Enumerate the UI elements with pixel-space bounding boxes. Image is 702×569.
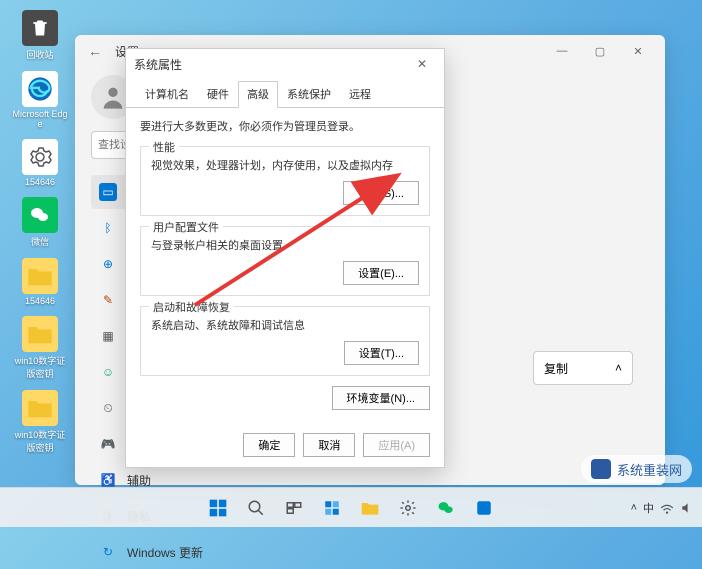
dialog-tabs: 计算机名硬件高级系统保护远程 — [126, 81, 444, 108]
env-vars-button[interactable]: 环境变量(N)... — [332, 386, 430, 410]
desktop-icons: 回收站 Microsoft Edge 154646 微信 154646 win1… — [10, 10, 70, 464]
folder-icon — [22, 258, 58, 294]
folder-icon — [22, 316, 58, 352]
network-icon[interactable] — [660, 501, 674, 515]
taskbar-right: ˄ 中 — [631, 500, 694, 516]
system-properties-dialog: 系统属性 ✕ 计算机名硬件高级系统保护远程 要进行大多数更改，你必须作为管理员登… — [125, 48, 445, 468]
group-desc: 系统启动、系统故障和调试信息 — [151, 317, 419, 333]
group-settings-button[interactable]: 设置(E)... — [343, 261, 419, 285]
explorer-button[interactable] — [353, 491, 387, 525]
desktop-icon-label: 微信 — [31, 235, 49, 248]
dialog-tab[interactable]: 硬件 — [198, 81, 238, 108]
app-taskbar-button[interactable] — [467, 491, 501, 525]
taskbar: ˄ 中 — [0, 487, 702, 527]
copy-label: 复制 — [544, 360, 568, 377]
desktop-icon-folder[interactable]: win10数字证 版密钥 — [10, 316, 70, 380]
dialog-title: 系统属性 — [134, 56, 182, 73]
wechat-taskbar-button[interactable] — [429, 491, 463, 525]
desktop-icon-label: 154646 — [25, 177, 55, 187]
chevron-up-icon: ˄ — [615, 361, 622, 375]
group-settings-button[interactable]: 设置(S)... — [343, 181, 419, 205]
taskbar-center — [201, 491, 501, 525]
close-button[interactable]: ✕ — [619, 37, 657, 65]
wechat-icon — [22, 197, 58, 233]
desktop-icon-label: win10数字证 版密钥 — [10, 428, 70, 454]
desktop-icon-gear[interactable]: 154646 — [10, 139, 70, 187]
desktop-icon-label: 回收站 — [26, 48, 53, 61]
dialog-buttons: 确定 取消 应用(A) — [126, 433, 444, 457]
desktop-icon-folder[interactable]: 154646 — [10, 258, 70, 306]
back-button[interactable]: ← — [83, 39, 107, 63]
dialog-tab[interactable]: 远程 — [340, 81, 380, 108]
cancel-button[interactable]: 取消 — [303, 433, 355, 457]
watermark: 系统重装网 — [581, 455, 692, 483]
group-desc: 与登录帐户相关的桌面设置 — [151, 237, 419, 253]
desktop-icon-folder[interactable]: win10数字证 版密钥 — [10, 390, 70, 454]
search-button[interactable] — [239, 491, 273, 525]
edge-icon — [22, 71, 58, 107]
gear-icon — [22, 139, 58, 175]
group-title: 启动和故障恢复 — [149, 299, 234, 315]
dialog-body: 要进行大多数更改，你必须作为管理员登录。 性能视觉效果，处理器计划，内存使用，以… — [126, 108, 444, 458]
group-title: 性能 — [149, 139, 179, 155]
desktop-icon-recycle[interactable]: 回收站 — [10, 10, 70, 61]
desktop-icon-wechat[interactable]: 微信 — [10, 197, 70, 248]
nav-item-label: 辅助 — [127, 472, 151, 489]
dialog-tab[interactable]: 计算机名 — [136, 81, 198, 108]
desktop-icon-label: win10数字证 版密钥 — [10, 354, 70, 380]
minimize-button[interactable]: ― — [543, 37, 581, 65]
widgets-button[interactable] — [315, 491, 349, 525]
dialog-tab[interactable]: 高级 — [238, 81, 278, 108]
group-desc: 视觉效果，处理器计划，内存使用，以及虚拟内存 — [151, 157, 419, 173]
group-title: 用户配置文件 — [149, 219, 223, 235]
dialog-tab[interactable]: 系统保护 — [278, 81, 340, 108]
watermark-text: 系统重装网 — [617, 460, 682, 479]
ok-button[interactable]: 确定 — [243, 433, 295, 457]
folder-icon — [22, 390, 58, 426]
dialog-close-button[interactable]: ✕ — [408, 50, 436, 78]
maximize-button[interactable]: ▢ — [581, 37, 619, 65]
dialog-titlebar: 系统属性 ✕ — [126, 49, 444, 79]
copy-button[interactable]: 复制 ˄ — [533, 351, 633, 385]
admin-note: 要进行大多数更改，你必须作为管理员登录。 — [140, 118, 430, 134]
group-0: 性能视觉效果，处理器计划，内存使用，以及虚拟内存设置(S)... — [140, 146, 430, 216]
start-button[interactable] — [201, 491, 235, 525]
nav-item-upd[interactable]: ↻Windows 更新 — [91, 535, 251, 569]
group-1: 用户配置文件与登录帐户相关的桌面设置设置(E)... — [140, 226, 430, 296]
apply-button: 应用(A) — [363, 433, 430, 457]
desktop-icon-label: Microsoft Edge — [10, 109, 70, 129]
taskview-button[interactable] — [277, 491, 311, 525]
group-settings-button[interactable]: 设置(T)... — [344, 341, 419, 365]
watermark-badge-icon — [591, 459, 611, 479]
tray-chevron[interactable]: ˄ — [631, 502, 637, 514]
volume-icon[interactable] — [680, 501, 694, 515]
group-2: 启动和故障恢复系统启动、系统故障和调试信息设置(T)... — [140, 306, 430, 376]
desktop-icon-edge[interactable]: Microsoft Edge — [10, 71, 70, 129]
window-controls: ― ▢ ✕ — [543, 37, 657, 65]
nav-item-label: Windows 更新 — [127, 544, 203, 561]
ime-button[interactable]: 中 — [643, 500, 654, 516]
recycle-bin-icon — [22, 10, 58, 46]
desktop-icon-label: 154646 — [25, 296, 55, 306]
settings-button[interactable] — [391, 491, 425, 525]
